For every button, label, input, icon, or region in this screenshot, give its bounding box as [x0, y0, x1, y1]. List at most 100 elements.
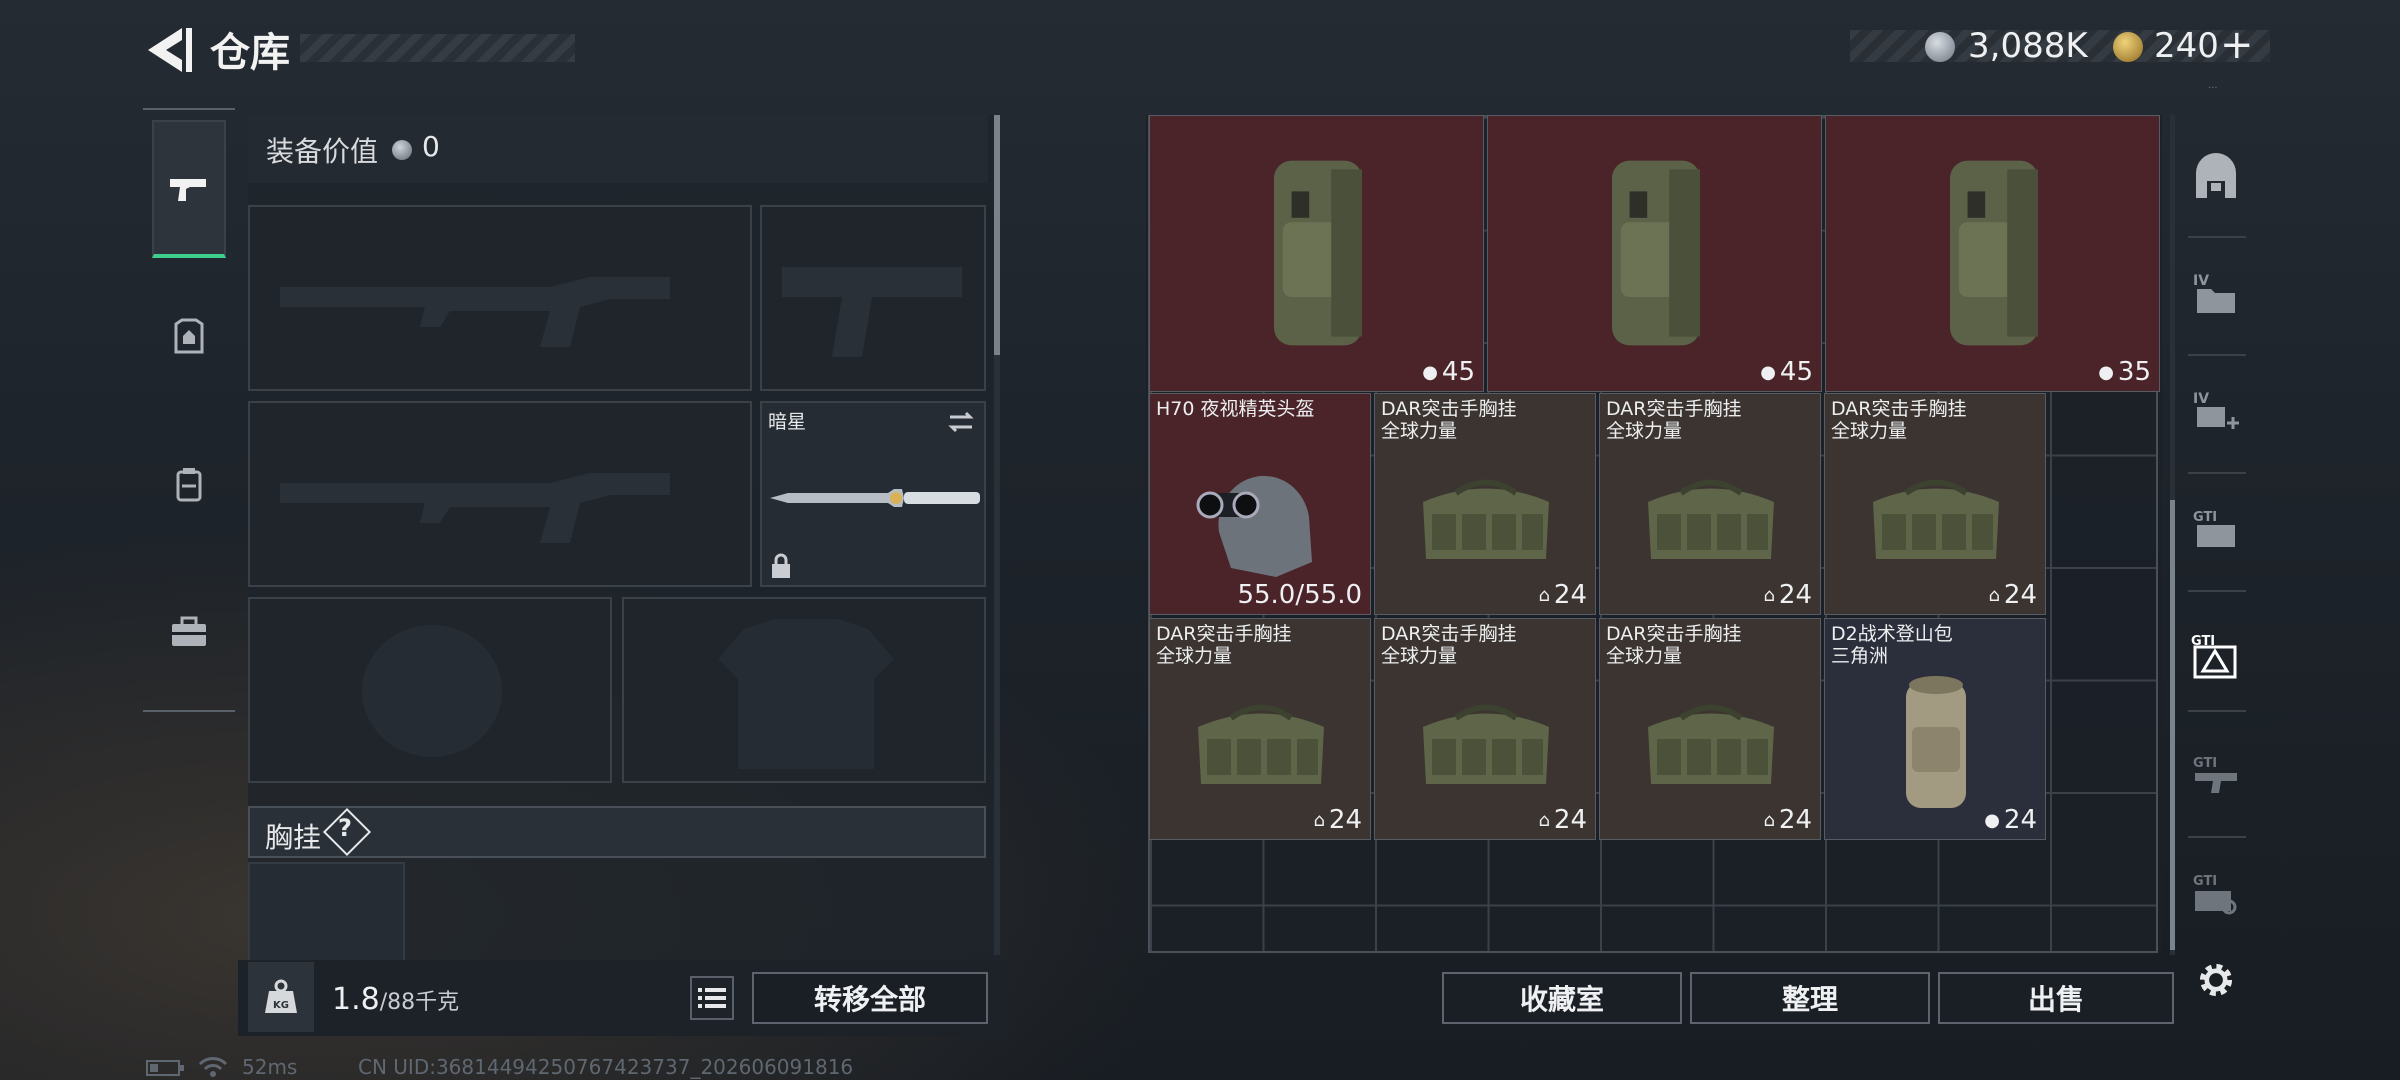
- item-count-value: 24: [1778, 580, 1812, 610]
- add-gold-button[interactable]: +: [2220, 22, 2254, 68]
- bag-type-icon: ●: [1422, 361, 1438, 383]
- chest-rig-icon: [1616, 442, 1806, 596]
- list-icon: [698, 988, 726, 1008]
- item-count: ● 45: [1760, 357, 1813, 387]
- chest-rig-icon: [1391, 442, 1581, 596]
- tab-backpack[interactable]: [152, 416, 226, 554]
- briefcase-icon: [172, 616, 206, 646]
- organize-button[interactable]: 整理: [1690, 972, 1930, 1024]
- weight-icon: KG: [248, 962, 314, 1032]
- bag-type-icon: ●: [2098, 361, 2114, 383]
- silver-coin-icon: [1925, 32, 1955, 62]
- stash-item[interactable]: DAR突击手胸挂 全球力量 ⌂ 24: [1374, 393, 1596, 615]
- helmet-silhouette-icon: [362, 625, 502, 757]
- rig-type-icon: ⌂: [1988, 584, 2000, 606]
- bag-type-icon: ●: [1760, 361, 1776, 383]
- divider: [2188, 354, 2246, 356]
- stash-tab-main[interactable]: [2180, 142, 2252, 214]
- chest-rig-slot[interactable]: [248, 862, 405, 962]
- item-count-value: 35: [2117, 357, 2151, 387]
- wifi-icon: [198, 1057, 228, 1077]
- version-text: ...: [2208, 80, 2218, 91]
- stash-item[interactable]: DAR突击手胸挂 全球力量 ⌂ 24: [1599, 393, 1821, 615]
- stash-item[interactable]: ● 45: [1487, 115, 1822, 392]
- stash-item[interactable]: DAR突击手胸挂 全球力量 ⌂ 24: [1824, 393, 2046, 615]
- stash-item[interactable]: D2战术登山包 三角洲 ● 24: [1824, 618, 2046, 840]
- weight-current: 1.8: [332, 982, 380, 1017]
- primary-weapon-slot[interactable]: [248, 205, 752, 391]
- item-name: DAR突击手胸挂 全球力量: [1156, 623, 1292, 667]
- armor-silhouette-icon: [718, 619, 894, 769]
- helmet-slot[interactable]: [248, 597, 612, 783]
- list-view-button[interactable]: [690, 976, 734, 1020]
- stash-tab-gti-2[interactable]: GTI: [2180, 740, 2252, 812]
- stash-item[interactable]: H70 夜视精英头盔 55.0/55.0: [1149, 393, 1371, 615]
- collection-room-button[interactable]: 收藏室: [1442, 972, 1682, 1024]
- back-arrow-icon: [148, 28, 192, 72]
- swap-icon[interactable]: [946, 407, 976, 437]
- stash-item[interactable]: ● 35: [1825, 115, 2160, 392]
- help-icon[interactable]: ?: [338, 814, 352, 842]
- armor-slot[interactable]: [622, 597, 986, 783]
- melee-slot[interactable]: 暗星: [760, 401, 986, 587]
- item-count-value: 24: [2003, 805, 2037, 835]
- rig-type-icon: ⌂: [1538, 584, 1550, 606]
- divider: [2188, 590, 2246, 592]
- gti-box-icon: GTI: [2193, 510, 2235, 547]
- stash-item[interactable]: DAR突击手胸挂 全球力量 ⌂ 24: [1374, 618, 1596, 840]
- item-count: ● 35: [2098, 357, 2151, 387]
- stash-tab-iv-add[interactable]: IV: [2180, 376, 2252, 448]
- tab-case[interactable]: [152, 564, 226, 702]
- item-name: DAR突击手胸挂 全球力量: [1606, 623, 1742, 667]
- stash-tab-gti-1[interactable]: GTI: [2180, 494, 2252, 566]
- left-scrollbar-thumb[interactable]: [994, 115, 1000, 355]
- svg-text:IV: IV: [2193, 391, 2209, 407]
- secondary-weapon-slot[interactable]: [248, 401, 752, 587]
- item-count: ⌂ 24: [1763, 580, 1812, 610]
- item-count-value: 24: [2003, 580, 2037, 610]
- stash-tab-gti-active[interactable]: GTI: [2180, 620, 2252, 692]
- settings-button[interactable]: [2180, 944, 2252, 1016]
- stash-tab-iv-folder[interactable]: IV: [2180, 258, 2252, 330]
- stash-item[interactable]: DAR突击手胸挂 全球力量 ⌂ 24: [1149, 618, 1371, 840]
- add-iv-icon: IV: [2193, 391, 2239, 429]
- ping-text: 52ms: [242, 1055, 298, 1079]
- transfer-all-button[interactable]: 转移全部: [752, 972, 988, 1024]
- divider: [2188, 710, 2246, 712]
- backpack-tab-icon: [176, 468, 202, 502]
- tab-weapons[interactable]: [152, 120, 226, 258]
- chest-rig-label: 胸挂: [265, 821, 322, 854]
- knife-icon: [770, 489, 980, 507]
- item-count-value: 24: [1778, 805, 1812, 835]
- back-button[interactable]: [140, 22, 200, 78]
- weight-max: /88千克: [379, 990, 460, 1015]
- pistol-silhouette-icon: [782, 267, 962, 357]
- item-count: 55.0/55.0: [1237, 580, 1362, 610]
- gold-amount: 240: [2154, 26, 2219, 66]
- stash-item[interactable]: DAR突击手胸挂 全球力量 ⌂ 24: [1599, 618, 1821, 840]
- divider: [2188, 836, 2246, 838]
- pistol-slot[interactable]: [760, 205, 986, 391]
- item-name: DAR突击手胸挂 全球力量: [1831, 398, 1967, 442]
- item-count: ⌂ 24: [1988, 580, 2037, 610]
- value-coin-icon: [392, 140, 412, 160]
- folder-iv-icon: IV: [2193, 273, 2235, 313]
- lock-icon: [772, 553, 790, 578]
- stash-tab-gti-3[interactable]: GTI: [2180, 858, 2252, 930]
- equipment-value: 0: [422, 130, 440, 163]
- stash-item[interactable]: ● 45: [1149, 115, 1484, 392]
- sell-button[interactable]: 出售: [1938, 972, 2174, 1024]
- rig-type-icon: ⌂: [1763, 584, 1775, 606]
- rifle-silhouette-icon: [280, 473, 670, 543]
- item-count-value: 24: [1328, 805, 1362, 835]
- item-name: DAR突击手胸挂 全球力量: [1606, 398, 1742, 442]
- stash-scrollbar-thumb[interactable]: [2170, 500, 2175, 950]
- item-count: ● 45: [1422, 357, 1475, 387]
- item-name: DAR突击手胸挂 全球力量: [1381, 623, 1517, 667]
- tab-armor[interactable]: [152, 268, 226, 406]
- item-name: DAR突击手胸挂 全球力量: [1381, 398, 1517, 442]
- backpack-icon: [1546, 118, 1766, 391]
- item-count: ⌂ 24: [1313, 805, 1362, 835]
- svg-text:KG: KG: [273, 1000, 289, 1011]
- divider: [2188, 472, 2246, 474]
